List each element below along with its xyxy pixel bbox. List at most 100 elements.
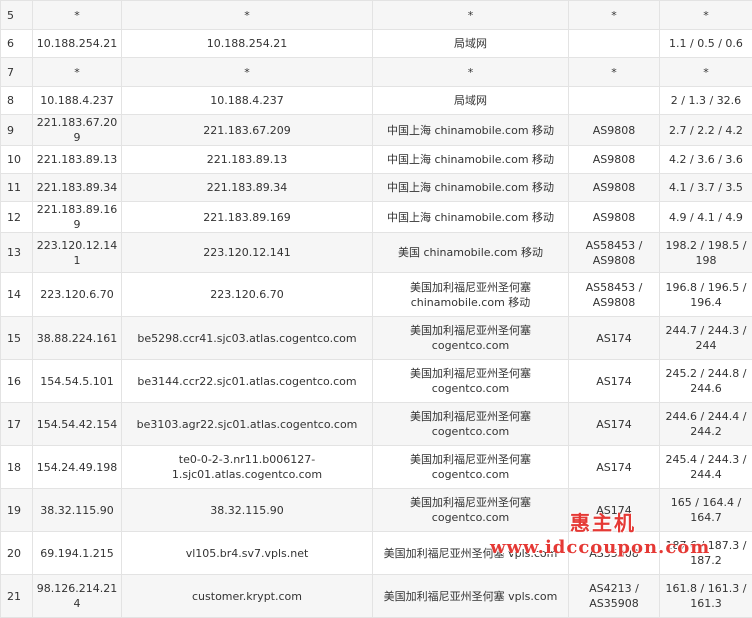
location: 美国加利福尼亚州圣何塞 cogentco.com (410, 453, 531, 481)
latency: 1.1 / 0.5 / 0.6 (669, 37, 743, 50)
location: * (468, 9, 474, 22)
hostname: te0-0-2-3.nr11.b006127-1.sjc01.atlas.cog… (172, 453, 322, 481)
hostname: 221.183.67.209 (203, 124, 290, 137)
as-number-link[interactable]: AS174 (596, 418, 632, 431)
ip-link[interactable]: 154.54.5.101 (40, 375, 113, 388)
as-number-link[interactable]: AS35908 (589, 547, 639, 560)
latency: * (703, 9, 709, 22)
ip-link[interactable]: 154.24.49.198 (37, 461, 117, 474)
latency: 4.1 / 3.7 / 3.5 (669, 181, 743, 194)
table-row: 19 38.32.115.90 38.32.115.90 美国加利福尼亚州圣何塞 co… (1, 489, 752, 532)
latency: 245.4 / 244.3 / 244.4 (666, 453, 747, 481)
ip-link[interactable]: 223.120.12.141 (37, 239, 117, 267)
hop-number: 12 (7, 211, 21, 224)
as-number-link[interactable]: AS174 (596, 461, 632, 474)
table-row: 20 69.194.1.215 vl105.br4.sv7.vpls.net 美国加利… (1, 532, 752, 575)
table-row: 13 223.120.12.141 223.120.12.141 美国 chinamo… (1, 233, 752, 273)
traceroute-table: 5*****610.188.254.2110.188.254.21局域网1.1 … (0, 0, 752, 618)
hostname: 10.188.4.237 (210, 94, 283, 107)
as-number-link[interactable]: AS9808 (593, 124, 636, 137)
as-number-link: * (611, 9, 617, 22)
as-number-link[interactable]: AS58453 / (586, 281, 643, 294)
as-number-link[interactable]: AS58453 / (586, 239, 643, 252)
hostname: 38.32.115.90 (210, 504, 283, 517)
ip-link[interactable]: 10.188.4.237 (40, 94, 113, 107)
hop-number: 13 (7, 246, 21, 259)
as-number-link[interactable]: AS9808 (593, 153, 636, 166)
latency: 244.7 / 244.3 / 244 (666, 324, 747, 352)
hop-number: 15 (7, 332, 21, 345)
table-row: 16 154.54.5.101 be3144.ccr22.sjc01.atlas.c… (1, 360, 752, 403)
hostname: be3144.ccr22.sjc01.atlas.cogentco.com (137, 375, 356, 388)
as-number-link[interactable]: AS174 (596, 375, 632, 388)
hop-number: 9 (7, 124, 14, 137)
as-number-link[interactable]: AS9808 (593, 254, 636, 267)
ip-link[interactable]: 10.188.254.21 (37, 37, 117, 50)
ip-link[interactable]: 154.54.42.154 (37, 418, 117, 431)
hop-number: 19 (7, 504, 21, 517)
ip-link[interactable]: 221.183.89.34 (37, 181, 117, 194)
latency: 244.6 / 244.4 / 244.2 (666, 410, 747, 438)
ip-link[interactable]: 223.120.6.70 (40, 288, 113, 301)
hop-number: 14 (7, 288, 21, 301)
hostname: * (244, 9, 250, 22)
latency: * (703, 66, 709, 79)
latency: 196.8 / 196.5 / 196.4 (666, 281, 747, 309)
table-row: 14223.120.6.70223.120.6.70美国加利福尼亚州圣何塞 ch… (1, 273, 752, 317)
location: 中国上海 chinamobile.com 移动 (387, 153, 554, 166)
ip-link[interactable]: 98.126.214.214 (37, 582, 117, 610)
hop-number: 16 (7, 375, 21, 388)
hostname: be5298.ccr41.sjc03.atlas.cogentco.com (137, 332, 356, 345)
table-row: 10 221.183.89.13 221.183.89.13 中国上海 chinamo… (1, 146, 752, 174)
ip-link[interactable]: 221.183.89.13 (37, 153, 117, 166)
location: 局域网 (454, 37, 487, 50)
location: 美国 chinamobile.com 移动 (398, 246, 543, 259)
as-number-link[interactable]: AS9808 (593, 181, 636, 194)
table-row: 610.188.254.2110.188.254.21局域网1.1 / 0.5 … (1, 30, 752, 58)
table-row: 12221.183.89.169221.183.89.169中国上海 china… (1, 202, 752, 233)
hop-number: 10 (7, 153, 21, 166)
hostname: vl105.br4.sv7.vpls.net (186, 547, 309, 560)
ip-link[interactable]: 221.183.67.209 (37, 116, 117, 144)
latency: 2.7 / 2.2 / 4.2 (669, 124, 743, 137)
hop-number: 6 (7, 37, 14, 50)
table-row: 2198.126.214.214customer.krypt.com美国加利福尼… (1, 575, 752, 618)
location: * (468, 66, 474, 79)
location: 中国上海 chinamobile.com 移动 (387, 211, 554, 224)
ip-link[interactable]: 38.32.115.90 (40, 504, 113, 517)
as-number-link[interactable]: AS4213 / (589, 582, 639, 595)
location: 中国上海 chinamobile.com 移动 (387, 124, 554, 137)
table-row: 5***** (1, 1, 752, 30)
latency: 161.8 / 161.3 / 161.3 (666, 582, 747, 610)
as-number-link[interactable]: AS9808 (593, 296, 636, 309)
table-row: 9 221.183.67.209 221.183.67.209 中国上海 chinam… (1, 115, 752, 146)
hop-number: 20 (7, 547, 21, 560)
as-number-link[interactable]: AS9808 (593, 211, 636, 224)
ip-link[interactable]: 69.194.1.215 (40, 547, 113, 560)
hostname: 221.183.89.34 (207, 181, 287, 194)
location: 中国上海 chinamobile.com 移动 (387, 181, 554, 194)
table-row: 15 38.88.224.161 be5298.ccr41.sjc03.atlas.… (1, 317, 752, 360)
ip-link[interactable]: 221.183.89.169 (37, 203, 117, 231)
latency: 2 / 1.3 / 32.6 (671, 94, 741, 107)
hostname: 223.120.12.141 (203, 246, 290, 259)
hostname: * (244, 66, 250, 79)
latency: 245.2 / 244.8 / 244.6 (666, 367, 747, 395)
ip-link[interactable]: 38.88.224.161 (37, 332, 117, 345)
location: 局域网 (454, 94, 487, 107)
table-row: 7***** (1, 58, 752, 87)
hop-number: 11 (7, 181, 21, 194)
latency: 198.2 / 198.5 / 198 (666, 239, 747, 267)
hostname: 221.183.89.13 (207, 153, 287, 166)
location: 美国加利福尼亚州圣何塞 cogentco.com (410, 324, 531, 352)
as-number-link[interactable]: AS174 (596, 332, 632, 345)
as-number-link[interactable]: AS35908 (589, 597, 639, 610)
latency: 4.2 / 3.6 / 3.6 (669, 153, 743, 166)
table-row: 18154.24.49.198te0-0-2-3.nr11.b006127-1.… (1, 446, 752, 489)
as-number-link[interactable]: AS174 (596, 504, 632, 517)
location: 美国加利福尼亚州圣何塞 cogentco.com (410, 496, 531, 524)
hostname: be3103.agr22.sjc01.atlas.cogentco.com (137, 418, 358, 431)
hop-number: 7 (7, 66, 14, 79)
location: 美国加利福尼亚州圣何塞 vpls.com (384, 590, 558, 603)
location: 美国加利福尼亚州圣何塞 vpls.com (384, 547, 558, 560)
